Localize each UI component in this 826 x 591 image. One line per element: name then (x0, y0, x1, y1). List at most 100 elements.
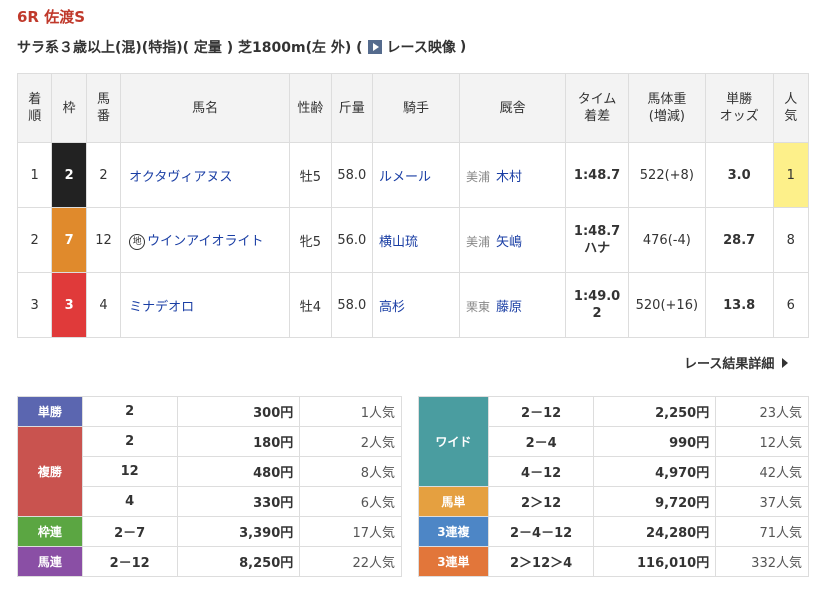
payout-amount: 2,250円 (593, 396, 717, 427)
margin: 2 (592, 306, 602, 321)
header-waku: 枠 (51, 73, 87, 143)
horse-name-link[interactable]: ミナデオロ (129, 300, 194, 315)
time-cell: 1:49.0 2 (565, 272, 629, 338)
margin: ハナ (584, 241, 611, 256)
horse-name-cell[interactable]: ミナデオロ (120, 272, 291, 338)
header-popularity: 人 気 (772, 73, 810, 143)
race-detail-link[interactable]: レース結果詳細 (684, 353, 789, 372)
result-header-row: 着 順 枠 馬 番 馬名 性齢 斤量 騎手 厩舎 タイム 着差 馬体重 (増減)… (16, 73, 810, 143)
jockey-link[interactable]: 高杉 (372, 272, 461, 338)
payout-row: 複勝 2 180円 2人気 (17, 426, 402, 517)
header-sex-age: 性齢 (289, 73, 332, 143)
finish-time: 1:48.7 (573, 167, 621, 183)
umaban: 12 (85, 207, 122, 273)
bet-type-label: 馬連 (17, 546, 83, 577)
umaban: 2 (85, 142, 122, 208)
chevron-right-icon (782, 358, 789, 368)
payout-combination: 2 (81, 396, 178, 427)
header-rank: 着 順 (16, 73, 53, 143)
bet-type-label: ワイド (418, 396, 489, 487)
payout-combination: 2＞12 (487, 486, 595, 517)
race-detail-label[interactable]: レース結果詳細 (684, 357, 774, 372)
payout-row: 馬単 2＞12 9,720円 37人気 (418, 486, 809, 517)
result-table: 着 順 枠 馬 番 馬名 性齢 斤量 騎手 厩舎 タイム 着差 馬体重 (増減)… (16, 73, 810, 338)
payout-popularity: 8人気 (299, 456, 402, 487)
finish-time: 1:48.7 (573, 224, 621, 239)
popularity: 6 (772, 272, 810, 338)
bet-type-label: 3連単 (418, 546, 489, 577)
header-weight: 斤量 (330, 73, 374, 143)
trainer-link[interactable]: 藤原 (496, 300, 522, 315)
payout-popularity: 17人気 (299, 516, 402, 547)
rank: 1 (16, 142, 53, 208)
payout-combination: 2－12 (81, 546, 178, 577)
sex-age: 牡4 (289, 272, 332, 338)
time-cell: 1:48.7 (565, 142, 629, 208)
payout-combination: 2＞12＞4 (487, 546, 595, 577)
payout-row: 3連複 2－4－12 24,280円 71人気 (418, 516, 809, 547)
horse-name-cell[interactable]: オクタヴィアヌス (120, 142, 291, 208)
payout-popularity: 23人気 (715, 396, 809, 427)
trainer-cell: 美浦 矢嶋 (459, 207, 567, 273)
header-jockey: 騎手 (372, 73, 461, 143)
payout-popularity: 22人気 (299, 546, 402, 577)
win-odds: 13.8 (704, 272, 774, 338)
horse-name-link[interactable]: ウインアイオライト (147, 234, 263, 249)
finish-time: 1:49.0 (573, 289, 621, 304)
video-icon[interactable] (367, 40, 382, 54)
payout-amount: 330円 (176, 486, 301, 517)
bet-type-label: 3連複 (418, 516, 489, 547)
result-row: 2 7 12 地ウインアイオライト 牝5 56.0 横山琉 美浦 矢嶋 1:48.7 ハナ 476(-… (16, 207, 810, 273)
payout-table-left: 単勝 2 300円 1人気 複勝 2 180円 2人気 12 480円 8人気 4 330円 6人気 枠連 2… (17, 396, 402, 577)
race-conditions-close: ) (459, 39, 467, 55)
payout-popularity: 37人気 (715, 486, 809, 517)
bet-type-label: 複勝 (17, 426, 83, 517)
jockey-link[interactable]: ルメール (372, 142, 461, 208)
waku-number: 3 (51, 272, 87, 338)
sex-age: 牝5 (289, 207, 332, 273)
jockey-link[interactable]: 横山琉 (372, 207, 461, 273)
trainer-location: 栗東 (466, 299, 491, 314)
payout-row: 単勝 2 300円 1人気 (17, 396, 402, 427)
payout-popularity: 12人気 (715, 426, 809, 457)
race-conditions: サラ系３歳以上(混)(特指)( 定量 ) 芝1800m(左 外) ( レース映像… (17, 37, 466, 57)
result-row: 3 3 4 ミナデオロ 牡4 58.0 高杉 栗東 藤原 1:49.0 2 520(+16) 13.8 6 (16, 272, 810, 338)
trainer-location: 美浦 (466, 234, 491, 249)
payout-row: ワイド 2－12 2,250円 23人気 (418, 396, 809, 487)
payout-amount: 180円 (176, 426, 301, 457)
body-weight: 476(-4) (627, 207, 706, 273)
payout-row: 枠連 2－7 3,390円 17人気 (17, 516, 402, 547)
win-odds: 28.7 (704, 207, 774, 273)
umaban: 4 (85, 272, 122, 338)
trainer-cell: 栗東 藤原 (459, 272, 567, 338)
trainer-link[interactable]: 木村 (496, 170, 522, 185)
win-odds: 3.0 (704, 142, 774, 208)
payout-popularity: 332人気 (715, 546, 809, 577)
payout-combination: 12 (81, 456, 178, 487)
time-cell: 1:48.7 ハナ (565, 207, 629, 273)
bet-type-label: 単勝 (17, 396, 83, 427)
carried-weight: 56.0 (330, 207, 374, 273)
trainer-link[interactable]: 矢嶋 (496, 235, 522, 250)
payout-popularity: 2人気 (299, 426, 402, 457)
header-body-weight: 馬体重 (増減) (627, 73, 706, 143)
payout-combination: 2 (81, 426, 178, 457)
horse-name-link[interactable]: オクタヴィアヌス (129, 170, 232, 185)
payout-combination: 2－4 (487, 426, 595, 457)
payout-combination: 2－7 (81, 516, 178, 547)
payout-popularity: 1人気 (299, 396, 402, 427)
waku-number: 2 (51, 142, 87, 208)
bet-type-label: 馬単 (418, 486, 489, 517)
payout-amount: 9,720円 (593, 486, 717, 517)
header-trainer: 厩舎 (459, 73, 567, 143)
payout-popularity: 6人気 (299, 486, 402, 517)
result-row: 1 2 2 オクタヴィアヌス 牡5 58.0 ルメール 美浦 木村 1:48.7 522(+8) 3.… (16, 142, 810, 208)
local-horse-mark: 地 (129, 234, 146, 250)
rank: 2 (16, 207, 53, 273)
race-conditions-text: サラ系３歳以上(混)(特指)( 定量 ) 芝1800m(左 外) ( (17, 40, 363, 56)
rank: 3 (16, 272, 53, 338)
payout-combination: 2－4－12 (487, 516, 595, 547)
payout-amount: 3,390円 (176, 516, 301, 547)
race-video-link[interactable]: レース映像 (387, 37, 456, 57)
horse-name-cell[interactable]: 地ウインアイオライト (120, 207, 291, 273)
